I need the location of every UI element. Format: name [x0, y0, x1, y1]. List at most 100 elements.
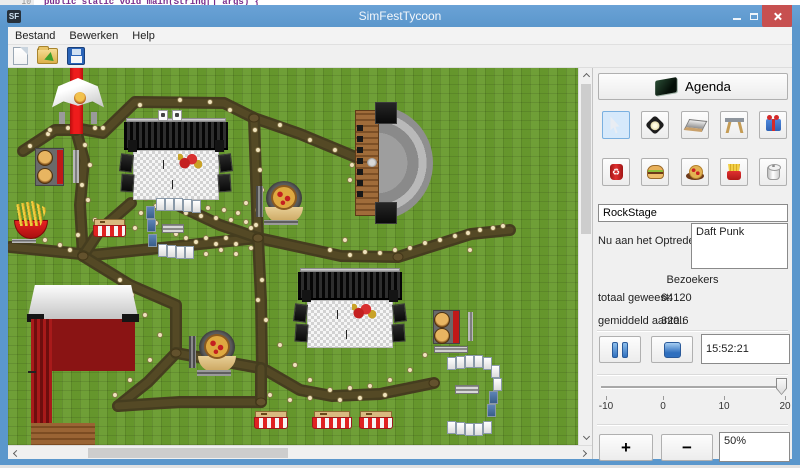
toilet-cabin — [165, 198, 174, 211]
fries-icon — [727, 164, 741, 180]
toilet-cabin — [176, 246, 185, 259]
tent-leg — [59, 112, 65, 124]
toilet-cabin-blue — [147, 219, 156, 232]
slider-tick-label: 20 — [770, 401, 800, 412]
tool-scaffold-button[interactable] — [720, 111, 748, 139]
toilets-right[interactable] — [445, 355, 509, 437]
speaker-stack — [119, 153, 134, 172]
stall[interactable] — [312, 411, 352, 429]
burger-icon — [647, 165, 664, 179]
tool-toilet-paper-button[interactable] — [759, 158, 787, 186]
chevron-down-icon — [582, 433, 589, 440]
toilet-cabin — [447, 421, 456, 434]
scroll-down-button[interactable] — [579, 431, 593, 445]
tool-gift-button[interactable] — [759, 111, 787, 139]
menu-item-bewerken[interactable]: Bewerken — [69, 30, 118, 42]
toilet-cabin — [167, 245, 176, 258]
maximize-button[interactable] — [745, 5, 762, 27]
pizza-stand[interactable] — [189, 330, 241, 376]
tool-spotlight-button[interactable] — [641, 111, 669, 139]
stall[interactable] — [359, 411, 393, 429]
round-stage[interactable] — [355, 102, 435, 224]
toilet-cabin — [174, 198, 183, 211]
menu-item-help[interactable]: Help — [132, 30, 155, 42]
toilet-cabin — [491, 365, 500, 378]
new-file-icon[interactable] — [13, 47, 28, 65]
tool-trash-bin-button[interactable]: ♻ — [602, 158, 630, 186]
tool-select-cursor-button[interactable] — [602, 111, 630, 139]
average-visitors-value: 320.6 — [661, 315, 689, 327]
pizza-stand[interactable] — [256, 181, 308, 225]
speaker-stack — [375, 102, 397, 124]
scaffold-icon — [725, 118, 744, 133]
pause-button[interactable] — [599, 336, 641, 363]
drum-kit — [178, 152, 202, 170]
vertical-scroll-thumb[interactable] — [581, 84, 591, 234]
speed-slider-thumb[interactable] — [776, 378, 787, 395]
bench — [197, 370, 230, 376]
flag[interactable] — [158, 110, 168, 121]
fries-stand[interactable] — [12, 201, 58, 243]
close-button[interactable] — [762, 5, 792, 27]
ramp-icon — [683, 119, 707, 132]
toilet-cabin — [465, 423, 474, 436]
tent[interactable] — [52, 78, 104, 124]
tool-burger-button[interactable] — [641, 158, 669, 186]
scroll-right-button[interactable] — [578, 446, 592, 460]
agenda-button[interactable]: Agenda — [598, 73, 788, 100]
counter-bar — [453, 311, 459, 342]
window-title: SimFestTycoon — [0, 9, 800, 23]
speaker-stack — [218, 153, 233, 172]
stall[interactable] — [93, 219, 126, 237]
clock-display: 15:52:21 — [701, 334, 790, 364]
bench — [256, 186, 263, 217]
tool-ramp-button[interactable] — [681, 111, 709, 139]
mic-stand — [346, 330, 348, 339]
separator — [597, 424, 788, 425]
festival-map[interactable] — [8, 68, 578, 445]
zoom-level-display: 50% — [719, 432, 790, 462]
titlebar[interactable]: SF SimFestTycoon — [0, 5, 800, 27]
menu-item-bestand[interactable]: Bestand — [15, 30, 55, 42]
tool-fries-button[interactable] — [720, 158, 748, 186]
scroll-up-button[interactable] — [579, 68, 593, 82]
slider-tick-label: 10 — [709, 401, 739, 412]
stage-floor — [133, 150, 219, 200]
stall[interactable] — [254, 411, 288, 429]
speaker-stack — [217, 174, 231, 193]
burger-stand[interactable] — [431, 310, 473, 344]
stage[interactable] — [120, 118, 232, 202]
app-window: SF SimFestTycoon Bestand Bewerken Help — [0, 5, 800, 465]
toilet-cabin — [456, 422, 465, 435]
minimize-icon — [733, 18, 741, 20]
toilet-cabin-blue — [487, 404, 496, 417]
zoom-out-button[interactable]: − — [661, 434, 713, 461]
tool-pizza-button[interactable] — [681, 158, 709, 186]
now-performing-box: Daft Punk — [691, 223, 788, 269]
toilet-cabin — [474, 355, 483, 368]
bench[interactable] — [434, 346, 468, 353]
zoom-in-button[interactable]: + — [599, 434, 653, 461]
stage-equipment — [357, 124, 363, 197]
stop-button[interactable] — [651, 336, 693, 363]
stage-name-input[interactable] — [598, 204, 788, 222]
barn-stage[interactable] — [27, 285, 139, 371]
burger-stand[interactable] — [33, 148, 79, 186]
stage[interactable] — [294, 268, 406, 350]
chevron-left-icon — [13, 449, 20, 456]
counter-bar — [57, 150, 63, 185]
slider-tick-label: 0 — [648, 401, 678, 412]
toilets-left[interactable] — [146, 198, 200, 260]
speed-slider-track[interactable] — [601, 386, 787, 388]
horizontal-scroll-thumb[interactable] — [88, 448, 288, 458]
open-file-icon[interactable] — [37, 48, 58, 64]
now-performing-label: Nu aan het Optreden: — [598, 235, 704, 247]
minimize-button[interactable] — [728, 5, 745, 27]
speaker-stack — [294, 324, 308, 343]
flag[interactable] — [172, 110, 182, 121]
burger — [37, 150, 53, 166]
save-file-icon[interactable] — [67, 47, 85, 65]
scroll-left-button[interactable] — [8, 446, 22, 460]
map-horizontal-scrollbar[interactable] — [8, 445, 592, 459]
map-vertical-scrollbar[interactable] — [578, 68, 592, 445]
